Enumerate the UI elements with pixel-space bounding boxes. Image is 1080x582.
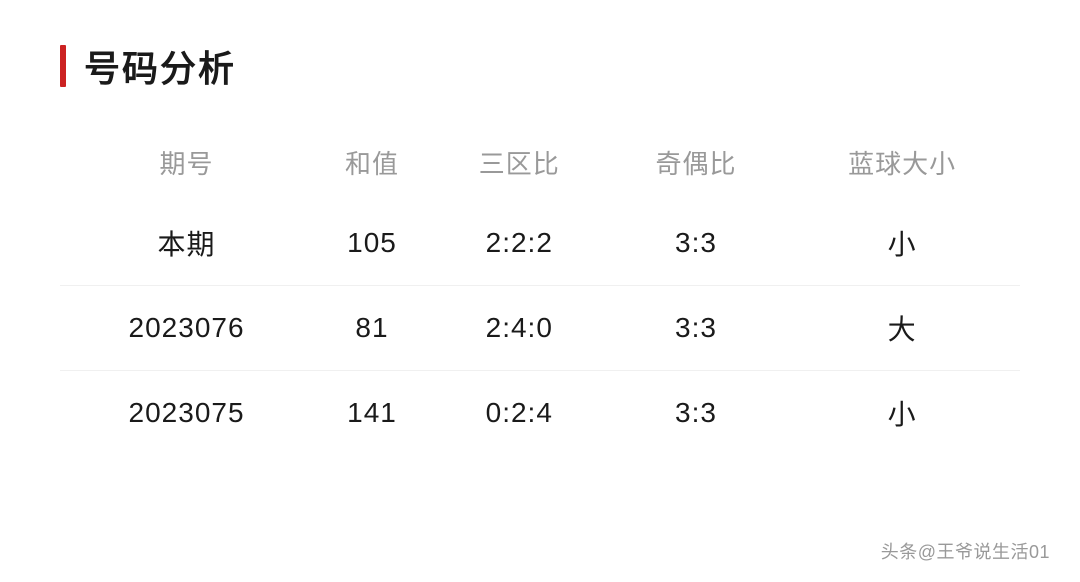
cell-odd-even-0: 3:3 [608, 201, 785, 286]
main-container: 号码分析 期号 和值 三区比 奇偶比 蓝球大小 本期 105 2:2:2 3:3… [0, 0, 1080, 582]
cell-issue-0: 本期 [60, 201, 313, 286]
col-header-odd-even: 奇偶比 [608, 132, 785, 201]
watermark: 头条@王爷说生活01 [881, 538, 1050, 564]
col-header-zone: 三区比 [431, 132, 608, 201]
col-header-issue: 期号 [60, 132, 313, 201]
analysis-table: 期号 和值 三区比 奇偶比 蓝球大小 本期 105 2:2:2 3:3 小 20… [60, 132, 1020, 455]
cell-issue-2: 2023075 [60, 371, 313, 456]
cell-sum-1: 81 [313, 286, 431, 371]
cell-ball-1: 大 [784, 286, 1020, 371]
section-title: 号码分析 [84, 40, 236, 92]
table-row: 2023076 81 2:4:0 3:3 大 [60, 286, 1020, 371]
cell-zone-2: 0:2:4 [431, 371, 608, 456]
col-header-sum: 和值 [313, 132, 431, 201]
section-header: 号码分析 [60, 40, 1020, 92]
cell-odd-even-2: 3:3 [608, 371, 785, 456]
table-body: 本期 105 2:2:2 3:3 小 2023076 81 2:4:0 3:3 … [60, 201, 1020, 455]
col-header-ball: 蓝球大小 [784, 132, 1020, 201]
cell-sum-0: 105 [313, 201, 431, 286]
table-header: 期号 和值 三区比 奇偶比 蓝球大小 [60, 132, 1020, 201]
header-row: 期号 和值 三区比 奇偶比 蓝球大小 [60, 132, 1020, 201]
table-row: 本期 105 2:2:2 3:3 小 [60, 201, 1020, 286]
red-accent-bar [60, 45, 66, 87]
cell-issue-1: 2023076 [60, 286, 313, 371]
cell-sum-2: 141 [313, 371, 431, 456]
cell-ball-2: 小 [784, 371, 1020, 456]
cell-zone-1: 2:4:0 [431, 286, 608, 371]
cell-ball-0: 小 [784, 201, 1020, 286]
cell-odd-even-1: 3:3 [608, 286, 785, 371]
cell-zone-0: 2:2:2 [431, 201, 608, 286]
table-row: 2023075 141 0:2:4 3:3 小 [60, 371, 1020, 456]
